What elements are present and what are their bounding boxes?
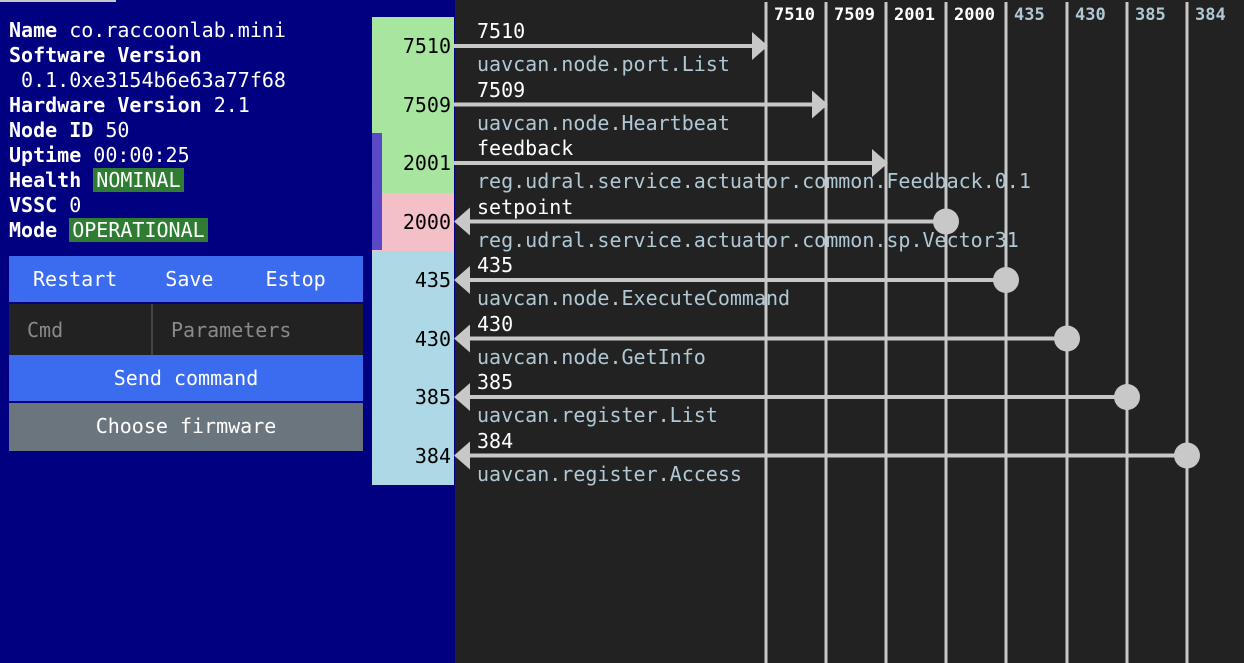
topic-type-2000: reg.udral.service.actuator.common.sp.Vec… <box>477 227 1019 252</box>
topic-label-2001: feedback <box>477 136 574 160</box>
topic-type-430: uavcan.node.GetInfo <box>477 344 706 369</box>
column-header-2001: 2001 <box>894 5 935 25</box>
topic-label-435: 435 <box>477 253 514 277</box>
topic-label-385: 385 <box>477 370 514 394</box>
topic-type-7510: uavcan.node.port.List <box>477 52 730 76</box>
topic-type-435: uavcan.node.ExecuteCommand <box>477 286 791 310</box>
topic-label-2000: setpoint <box>477 194 574 219</box>
column-header-435: 435 <box>1014 5 1045 25</box>
topic-label-430: 430 <box>477 311 514 336</box>
topic-label-7510: 7510 <box>477 19 526 43</box>
column-header-2000: 2000 <box>954 5 995 25</box>
column-header-7510: 7510 <box>774 5 815 25</box>
topic-label-7509: 7509 <box>477 77 526 102</box>
topic-label-384: 384 <box>477 428 514 453</box>
column-header-7509: 7509 <box>834 5 875 25</box>
topic-type-384: uavcan.register.Access <box>477 461 742 486</box>
topic-type-2001: reg.udral.service.actuator.common.Feedba… <box>477 169 1031 193</box>
topic-type-7509: uavcan.node.Heartbeat <box>477 110 730 135</box>
column-header-385: 385 <box>1135 5 1166 25</box>
topic-type-385: uavcan.register.List <box>477 403 718 427</box>
column-header-430: 430 <box>1075 5 1106 25</box>
port-diagram <box>454 2 1200 663</box>
column-header-384: 384 <box>1195 5 1226 25</box>
